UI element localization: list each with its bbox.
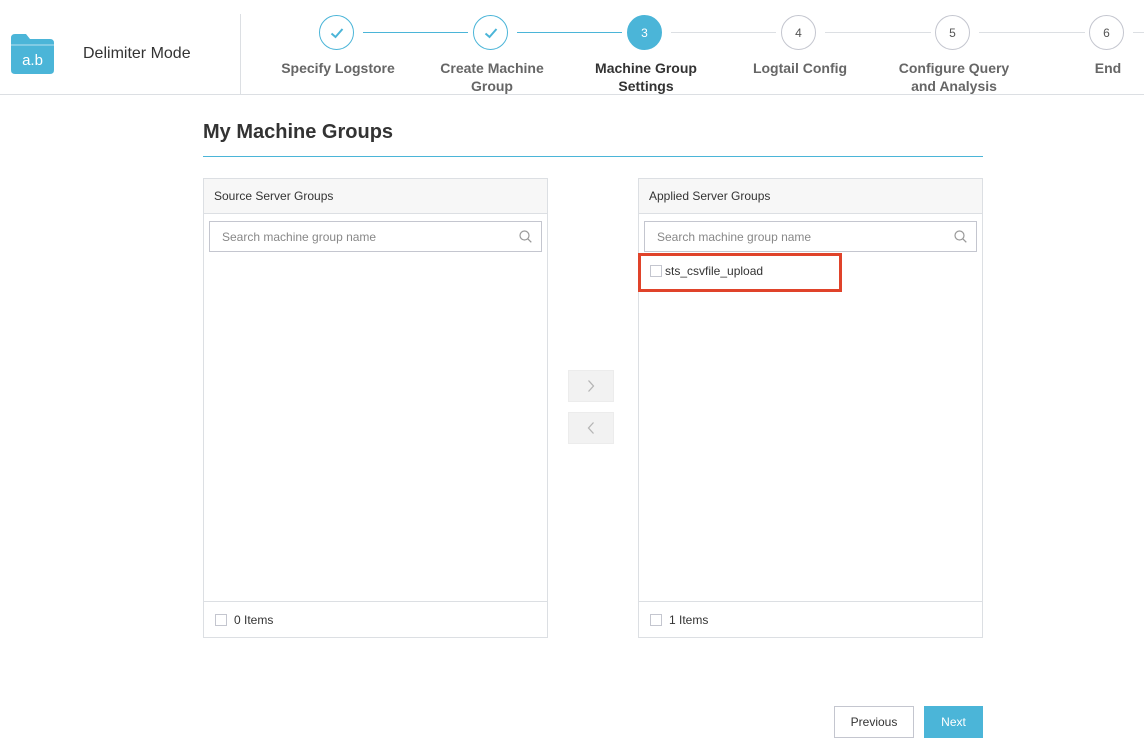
applied-server-groups-panel: Applied Server Groups sts_csvfile_upload… bbox=[638, 178, 983, 638]
highlight-annotation bbox=[638, 253, 842, 292]
applied-panel-footer: 1 Items bbox=[639, 601, 982, 637]
select-all-checkbox[interactable] bbox=[650, 613, 662, 626]
search-icon[interactable] bbox=[519, 230, 532, 243]
step-connector bbox=[825, 32, 931, 33]
step-6-circle: 6 bbox=[1089, 15, 1124, 50]
step-connector bbox=[979, 32, 1085, 33]
chevron-right-icon bbox=[588, 380, 595, 392]
select-all-checkbox[interactable] bbox=[215, 613, 227, 626]
step-2-label[interactable]: Create Machine Group bbox=[440, 59, 543, 95]
logo-text: a.b bbox=[22, 52, 43, 69]
step-6-label: End bbox=[1094, 60, 1122, 76]
move-right-button[interactable] bbox=[568, 370, 614, 402]
step-4-label: Logtail Config bbox=[752, 60, 848, 76]
mode-title: Delimiter Mode bbox=[83, 45, 191, 62]
move-left-button[interactable] bbox=[568, 412, 614, 444]
step-connector bbox=[363, 32, 468, 33]
wizard-header: a.b Delimiter Mode Specify Logstore Crea… bbox=[0, 0, 1144, 95]
chevron-left-icon bbox=[587, 422, 594, 434]
source-search-input[interactable] bbox=[210, 222, 541, 251]
page-title: My Machine Groups bbox=[203, 121, 394, 143]
previous-button[interactable]: Previous bbox=[834, 706, 914, 738]
step-connector bbox=[1133, 32, 1144, 33]
source-search-box bbox=[209, 221, 542, 252]
delimiter-mode-icon: a.b bbox=[11, 34, 54, 74]
step-3-circle: 3 bbox=[627, 15, 662, 50]
item-count: 0 Items bbox=[234, 612, 274, 627]
step-2-circle[interactable] bbox=[473, 15, 508, 50]
search-icon[interactable] bbox=[954, 230, 967, 243]
step-4-circle: 4 bbox=[781, 15, 816, 50]
applied-search-box bbox=[644, 221, 977, 252]
item-count: 1 Items bbox=[669, 612, 709, 627]
step-1-label[interactable]: Specify Logstore bbox=[281, 59, 395, 77]
step-5-circle: 5 bbox=[935, 15, 970, 50]
applied-list: sts_csvfile_upload bbox=[638, 253, 982, 292]
panel-title: Applied Server Groups bbox=[639, 179, 982, 214]
list-item[interactable]: sts_csvfile_upload bbox=[638, 253, 982, 292]
panel-title: Source Server Groups bbox=[204, 179, 547, 214]
check-icon bbox=[330, 27, 343, 38]
title-divider bbox=[203, 156, 983, 157]
step-5-label: Configure Query and Analysis bbox=[898, 60, 1010, 94]
step-3-label: Machine Group Settings bbox=[595, 60, 697, 94]
step-connector bbox=[671, 32, 776, 33]
header-divider bbox=[240, 14, 241, 95]
step-connector bbox=[517, 32, 622, 33]
applied-search-input[interactable] bbox=[645, 222, 976, 251]
source-panel-footer: 0 Items bbox=[204, 601, 547, 637]
source-server-groups-panel: Source Server Groups 0 Items bbox=[203, 178, 548, 638]
check-icon bbox=[484, 27, 497, 38]
next-button[interactable]: Next bbox=[924, 706, 983, 738]
step-1-circle[interactable] bbox=[319, 15, 354, 50]
